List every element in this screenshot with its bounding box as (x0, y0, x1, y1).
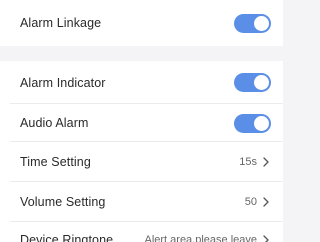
chevron-right-icon (263, 197, 269, 207)
alarm-linkage-toggle[interactable] (234, 13, 271, 33)
alarm-settings-screen: Alarm Linkage Alarm Indicator Audio Alar… (0, 0, 283, 242)
alarm-indicator-label: Alarm Indicator (20, 75, 106, 90)
toggle-knob (254, 15, 269, 31)
audio-alarm-row: Audio Alarm (0, 104, 283, 142)
audio-alarm-toggle[interactable] (234, 113, 271, 133)
alarm-indicator-toggle[interactable] (234, 73, 271, 92)
device-ringtone-row[interactable]: Device Ringtone Alert area,please leave (0, 222, 283, 242)
volume-setting-row[interactable]: Volume Setting 50 (0, 182, 283, 222)
toggle-knob (254, 115, 269, 131)
toggle-knob (254, 75, 269, 90)
volume-setting-value-wrap: 50 (245, 196, 271, 208)
chevron-right-icon (263, 235, 269, 242)
volume-setting-label: Volume Setting (20, 195, 106, 209)
audio-alarm-label: Audio Alarm (20, 116, 89, 130)
time-setting-label: Time Setting (20, 155, 91, 169)
alarm-linkage-row: Alarm Linkage (0, 0, 283, 46)
time-setting-value-wrap: 15s (239, 156, 271, 168)
alarm-linkage-label: Alarm Linkage (20, 16, 102, 30)
alarm-indicator-row: Alarm Indicator (0, 61, 283, 104)
device-ringtone-value-wrap: Alert area,please leave (144, 234, 271, 242)
volume-setting-value: 50 (244, 196, 257, 208)
device-ringtone-value: Alert area,please leave (144, 234, 257, 242)
section-gap (0, 46, 283, 54)
time-setting-value: 15s (239, 156, 257, 168)
time-setting-row[interactable]: Time Setting 15s (0, 142, 283, 182)
device-ringtone-label: Device Ringtone (20, 233, 114, 242)
chevron-right-icon (263, 157, 269, 167)
